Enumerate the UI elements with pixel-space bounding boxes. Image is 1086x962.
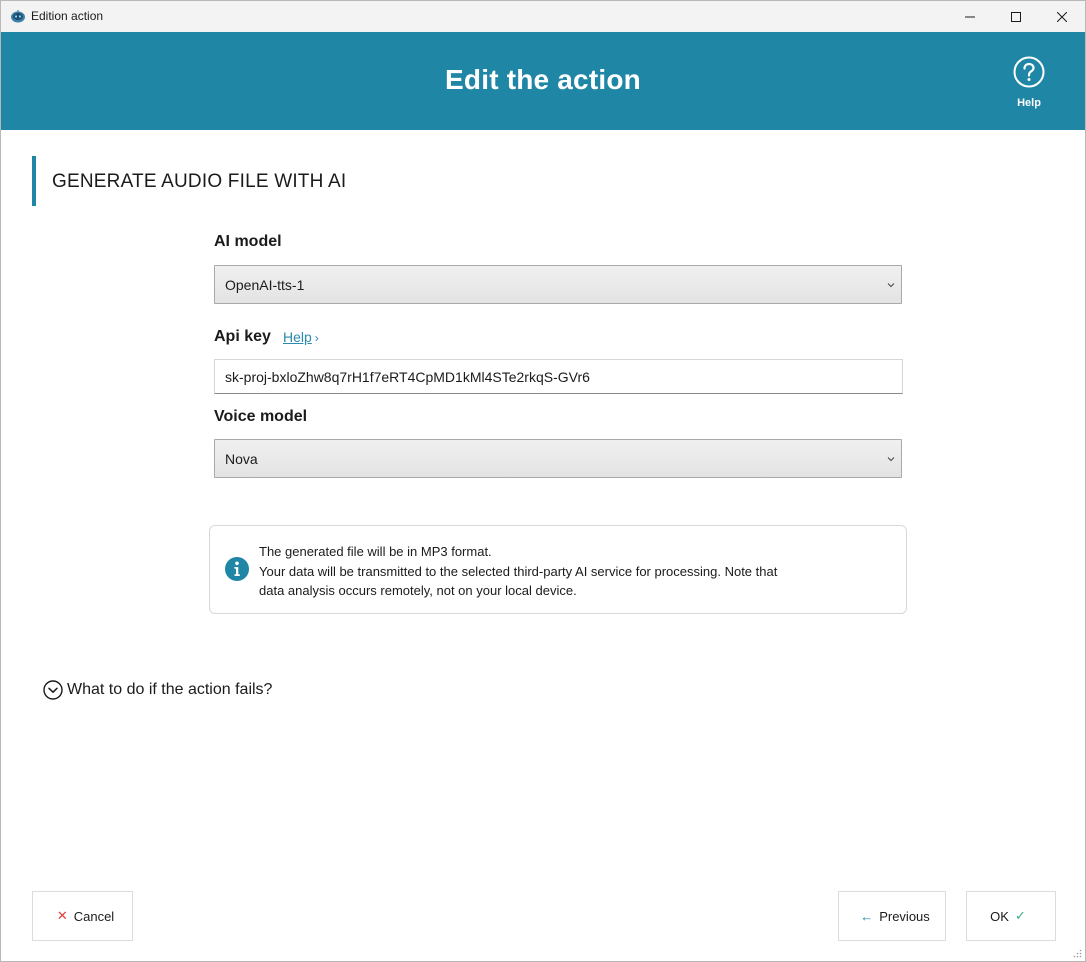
voice-model-select[interactable]: Nova: [214, 439, 902, 478]
robot-app-icon: [11, 10, 25, 23]
voice-model-label: Voice model: [214, 408, 308, 425]
cancel-button[interactable]: ✕ Cancel: [32, 891, 133, 941]
info-line: The generated file will be in MP3 format…: [259, 544, 492, 559]
cancel-label: Cancel: [73, 908, 115, 924]
close-icon: [1057, 11, 1067, 22]
api-key-input[interactable]: [214, 359, 903, 394]
ok-button[interactable]: OK ✓: [966, 891, 1056, 941]
info-line: data analysis occurs remotely, not on yo…: [259, 583, 577, 598]
edition-action-window: Edition action Edit the action Help GENE…: [0, 0, 1086, 962]
section-title: GENERATE AUDIO FILE WITH AI: [52, 171, 347, 192]
close-button[interactable]: [1039, 1, 1085, 32]
help-label: Help: [1017, 97, 1041, 109]
arrow-left-icon: ←: [860, 908, 874, 924]
ai-model-value: OpenAI-tts-1: [225, 277, 305, 293]
info-icon: [225, 557, 249, 581]
info-box: The generated file will be in MP3 format…: [209, 525, 907, 614]
help-button[interactable]: Help: [1006, 56, 1052, 109]
section-accent-bar: [32, 156, 36, 206]
x-icon: ✕: [56, 908, 68, 923]
maximize-button[interactable]: [993, 1, 1039, 32]
api-key-help-text: Help: [283, 329, 312, 345]
page-title: Edit the action: [445, 64, 641, 95]
api-key-label: Api key: [214, 328, 271, 345]
resize-grip-icon[interactable]: [1072, 948, 1082, 958]
info-line: Your data will be transmitted to the sel…: [259, 563, 778, 579]
chevron-right-icon: ›: [314, 331, 319, 345]
question-circle-icon: [1013, 56, 1045, 88]
ok-label: OK: [990, 908, 1009, 924]
previous-button[interactable]: ← Previous: [838, 891, 946, 941]
action-fails-label: What to do if the action fails?: [67, 681, 273, 698]
ai-model-select[interactable]: OpenAI-tts-1: [214, 265, 902, 304]
minimize-icon: [965, 16, 975, 17]
chevron-circle-down-icon: [43, 680, 63, 700]
previous-label: Previous: [879, 908, 930, 924]
minimize-button[interactable]: [947, 1, 993, 32]
info-text: The generated file will be in MP3 format…: [259, 542, 879, 601]
ai-model-label: AI model: [214, 233, 282, 250]
page-header: Edit the action Help: [1, 32, 1085, 130]
maximize-icon: [1011, 11, 1021, 22]
api-key-help-link[interactable]: Help ›: [283, 329, 319, 345]
chevron-down-icon: [887, 283, 895, 288]
title-bar: Edition action: [1, 1, 1085, 32]
check-icon: ✓: [1014, 908, 1026, 923]
voice-model-value: Nova: [225, 451, 258, 467]
chevron-down-icon: [887, 457, 895, 462]
window-title: Edition action: [31, 9, 104, 23]
